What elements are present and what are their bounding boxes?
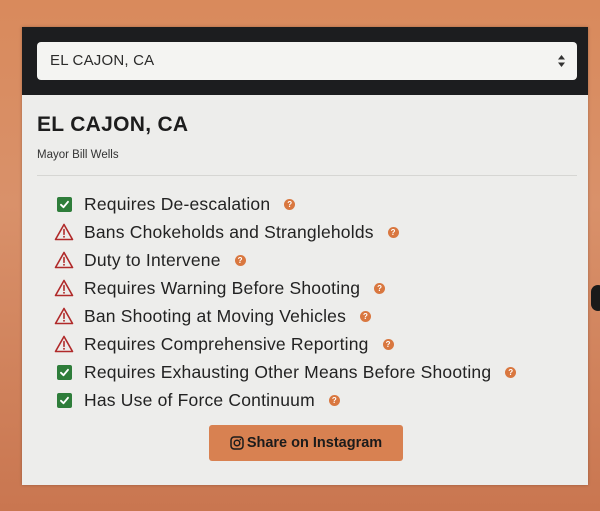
share-button-label: Share on Instagram xyxy=(246,435,383,451)
location-bar: EL CAJON, CA xyxy=(22,27,588,95)
warning-icon xyxy=(54,334,74,354)
policy-item: Requires Warning Before Shooting? xyxy=(54,274,516,302)
policy-label: Bans Chokeholds and Strangleholds xyxy=(84,221,374,242)
warning-icon xyxy=(54,250,74,270)
policy-label: Duty to Intervene xyxy=(84,249,221,270)
policy-list: Requires De-escalation? Bans Chokeholds a… xyxy=(54,190,517,414)
policy-label: Has Use of Force Continuum xyxy=(84,389,315,410)
city-title: EL CAJON, CA xyxy=(37,113,189,136)
help-icon[interactable]: ? xyxy=(234,254,246,266)
location-select[interactable]: EL CAJON, CA xyxy=(37,42,577,80)
warning-icon xyxy=(54,222,74,242)
share-on-instagram-button[interactable]: Share on Instagram xyxy=(209,425,403,461)
policy-item: Has Use of Force Continuum? xyxy=(54,386,516,414)
policy-label: Requires De-escalation xyxy=(84,193,271,214)
mayor-name: Mayor Bill Wells xyxy=(37,149,119,161)
check-icon xyxy=(54,194,74,214)
policy-item: Requires Exhausting Other Means Before S… xyxy=(54,358,517,386)
help-icon[interactable]: ? xyxy=(505,366,517,378)
policy-card: EL CAJON, CA EL CAJON, CA Mayor Bill Wel… xyxy=(22,27,588,485)
check-icon xyxy=(54,390,74,410)
warning-icon xyxy=(54,306,74,326)
policy-item: Bans Chokeholds and Strangleholds? xyxy=(54,218,516,246)
select-arrows-icon xyxy=(558,42,565,80)
policy-item: Duty to Intervene? xyxy=(54,246,516,274)
edge-handle xyxy=(591,285,600,311)
location-select-value: EL CAJON, CA xyxy=(50,52,155,69)
divider xyxy=(37,175,577,176)
help-icon[interactable]: ? xyxy=(387,226,399,238)
help-icon[interactable]: ? xyxy=(360,310,372,322)
check-icon xyxy=(54,362,74,382)
policy-item: Requires De-escalation? xyxy=(54,190,516,218)
help-icon[interactable]: ? xyxy=(374,282,386,294)
policy-item: Ban Shooting at Moving Vehicles? xyxy=(54,302,516,330)
help-icon[interactable]: ? xyxy=(382,338,394,350)
policy-item: Requires Comprehensive Reporting? xyxy=(54,330,516,358)
policy-label: Requires Warning Before Shooting xyxy=(84,277,361,298)
warning-icon xyxy=(54,278,74,298)
help-icon[interactable]: ? xyxy=(328,394,340,406)
help-icon[interactable]: ? xyxy=(284,198,296,210)
policy-label: Requires Exhausting Other Means Before S… xyxy=(84,361,492,382)
policy-label: Ban Shooting at Moving Vehicles xyxy=(84,305,347,326)
policy-label: Requires Comprehensive Reporting xyxy=(84,333,369,354)
instagram-icon xyxy=(230,436,244,450)
